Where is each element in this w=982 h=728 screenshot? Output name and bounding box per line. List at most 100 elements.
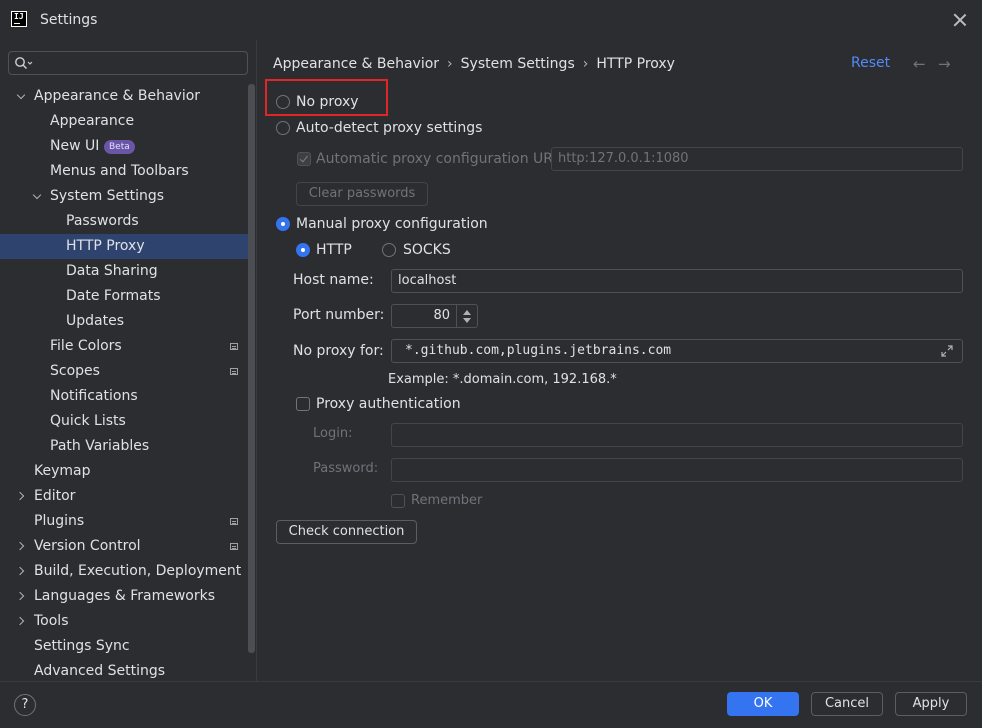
auto-detect-label[interactable]: Auto-detect proxy settings — [296, 119, 482, 137]
clear-passwords-button: Clear passwords — [296, 182, 428, 206]
intellij-app-icon: IJ — [11, 11, 27, 27]
tree-item-label: File Colors — [50, 338, 122, 354]
reset-link[interactable]: Reset — [851, 55, 890, 71]
manual-proxy-radio[interactable] — [276, 217, 290, 231]
tree-item-appearance-behavior[interactable]: Appearance & Behavior — [0, 84, 255, 109]
chevron-right-icon — [16, 484, 28, 509]
tree-scrollbar[interactable] — [248, 84, 255, 653]
highlight-box — [265, 79, 388, 116]
tree-item-editor[interactable]: Editor — [0, 484, 255, 509]
beta-badge: Beta — [104, 140, 135, 154]
tree-item-keymap[interactable]: Keymap — [0, 459, 255, 484]
check-connection-button[interactable]: Check connection — [276, 520, 417, 544]
auto-config-url-checkbox — [297, 152, 311, 166]
tree-item-label: HTTP Proxy — [66, 238, 145, 254]
tree-item-date-formats[interactable]: Date Formats — [0, 284, 255, 309]
apply-button[interactable]: Apply — [895, 692, 967, 716]
tree-item-label: Keymap — [34, 463, 91, 479]
tree-item-label: Date Formats — [66, 288, 161, 304]
auto-config-url-label: Automatic proxy configuration URL: — [316, 151, 566, 167]
socks-radio[interactable] — [382, 243, 396, 257]
tree-item-updates[interactable]: Updates — [0, 309, 255, 334]
proxy-authentication-checkbox[interactable] — [296, 397, 310, 411]
tree-item-label: Languages & Frameworks — [34, 588, 215, 604]
tree-item-label: Data Sharing — [66, 263, 158, 279]
ok-button[interactable]: OK — [727, 692, 799, 716]
panel-divider — [256, 40, 257, 681]
stepper-up-icon[interactable] — [463, 310, 471, 315]
login-label: Login: — [313, 426, 353, 441]
tree-item-quick-lists[interactable]: Quick Lists — [0, 409, 255, 434]
password-label: Password: — [313, 461, 379, 476]
window-title: Settings — [40, 12, 98, 28]
title-bar: IJ Settings — [0, 0, 982, 40]
project-level-icon — [230, 343, 238, 350]
tree-item-http-proxy[interactable]: HTTP Proxy — [0, 234, 255, 259]
breadcrumb-item-current: HTTP Proxy — [596, 56, 675, 72]
search-icon — [15, 57, 33, 69]
breadcrumb-item[interactable]: System Settings — [461, 55, 575, 73]
breadcrumb-item[interactable]: Appearance & Behavior — [273, 55, 439, 73]
tree-item-data-sharing[interactable]: Data Sharing — [0, 259, 255, 284]
auto-detect-radio[interactable] — [276, 121, 290, 135]
chevron-down-icon — [32, 184, 44, 209]
no-proxy-example-hint: Example: *.domain.com, 192.168.* — [388, 372, 617, 387]
chevron-down-icon — [16, 84, 28, 109]
tree-item-settings-sync[interactable]: Settings Sync — [0, 634, 255, 659]
cancel-button[interactable]: Cancel — [811, 692, 883, 716]
back-arrow-icon[interactable]: ← — [913, 55, 926, 73]
http-radio[interactable] — [296, 243, 310, 257]
tree-item-scopes[interactable]: Scopes — [0, 359, 255, 384]
tree-item-label: Appearance — [50, 113, 135, 129]
tree-item-label: Settings Sync — [34, 638, 130, 654]
tree-item-label: Editor — [34, 488, 76, 504]
socks-label[interactable]: SOCKS — [403, 241, 451, 259]
http-label[interactable]: HTTP — [316, 241, 352, 259]
tree-item-label: Tools — [34, 613, 69, 629]
tree-item-languages-frameworks[interactable]: Languages & Frameworks — [0, 584, 255, 609]
login-input — [391, 423, 963, 447]
settings-search-input[interactable] — [8, 51, 248, 75]
footer-divider — [0, 681, 982, 682]
tree-item-label: Notifications — [50, 388, 138, 404]
forward-arrow-icon[interactable]: → — [938, 55, 951, 73]
close-icon[interactable] — [951, 11, 969, 29]
tree-item-version-control[interactable]: Version Control — [0, 534, 255, 559]
host-name-input[interactable]: localhost — [391, 269, 963, 293]
breadcrumb-separator-icon: › — [582, 56, 589, 72]
tree-item-label: Updates — [66, 313, 124, 329]
tree-item-system-settings[interactable]: System Settings — [0, 184, 255, 209]
port-stepper[interactable] — [456, 304, 478, 328]
tree-item-new-ui[interactable]: New UI Beta — [0, 134, 255, 159]
tree-item-label: Appearance & Behavior — [34, 88, 201, 104]
breadcrumb-separator-icon: › — [447, 56, 453, 72]
chevron-right-icon — [16, 584, 28, 609]
tree-item-notifications[interactable]: Notifications — [0, 384, 255, 409]
no-proxy-for-input[interactable]: *.github.com,plugins.jetbrains.com — [391, 339, 963, 363]
tree-item-menus-toolbars[interactable]: Menus and Toolbars — [0, 159, 255, 184]
tree-item-passwords[interactable]: Passwords — [0, 209, 255, 234]
tree-item-appearance[interactable]: Appearance — [0, 109, 255, 134]
stepper-down-icon[interactable] — [463, 318, 471, 323]
tree-item-file-colors[interactable]: File Colors — [0, 334, 255, 359]
auto-config-url-input: http:127.0.0.1:1080 — [551, 147, 963, 171]
tree-item-label: Build, Execution, Deployment — [34, 563, 242, 579]
expand-icon[interactable] — [941, 345, 953, 357]
tree-item-label: Quick Lists — [50, 413, 126, 429]
tree-item-build-execution-deployment[interactable]: Build, Execution, Deployment — [0, 559, 255, 584]
port-number-label: Port number: — [293, 307, 385, 323]
tree-item-label: System Settings — [50, 188, 165, 204]
help-icon[interactable]: ? — [14, 694, 36, 716]
tree-item-label: Scopes — [50, 363, 100, 379]
chevron-right-icon — [16, 559, 28, 584]
tree-item-path-variables[interactable]: Path Variables — [0, 434, 255, 459]
tree-item-label: Passwords — [66, 213, 139, 229]
port-number-input[interactable]: 80 — [391, 304, 457, 328]
proxy-authentication-label[interactable]: Proxy authentication — [316, 395, 461, 413]
manual-proxy-label[interactable]: Manual proxy configuration — [296, 215, 488, 233]
tree-item-plugins[interactable]: Plugins — [0, 509, 255, 534]
project-level-icon — [230, 518, 238, 525]
remember-checkbox — [391, 494, 405, 508]
breadcrumb: Appearance & Behavior › System Settings › HT… — [273, 55, 675, 73]
tree-item-tools[interactable]: Tools — [0, 609, 255, 634]
